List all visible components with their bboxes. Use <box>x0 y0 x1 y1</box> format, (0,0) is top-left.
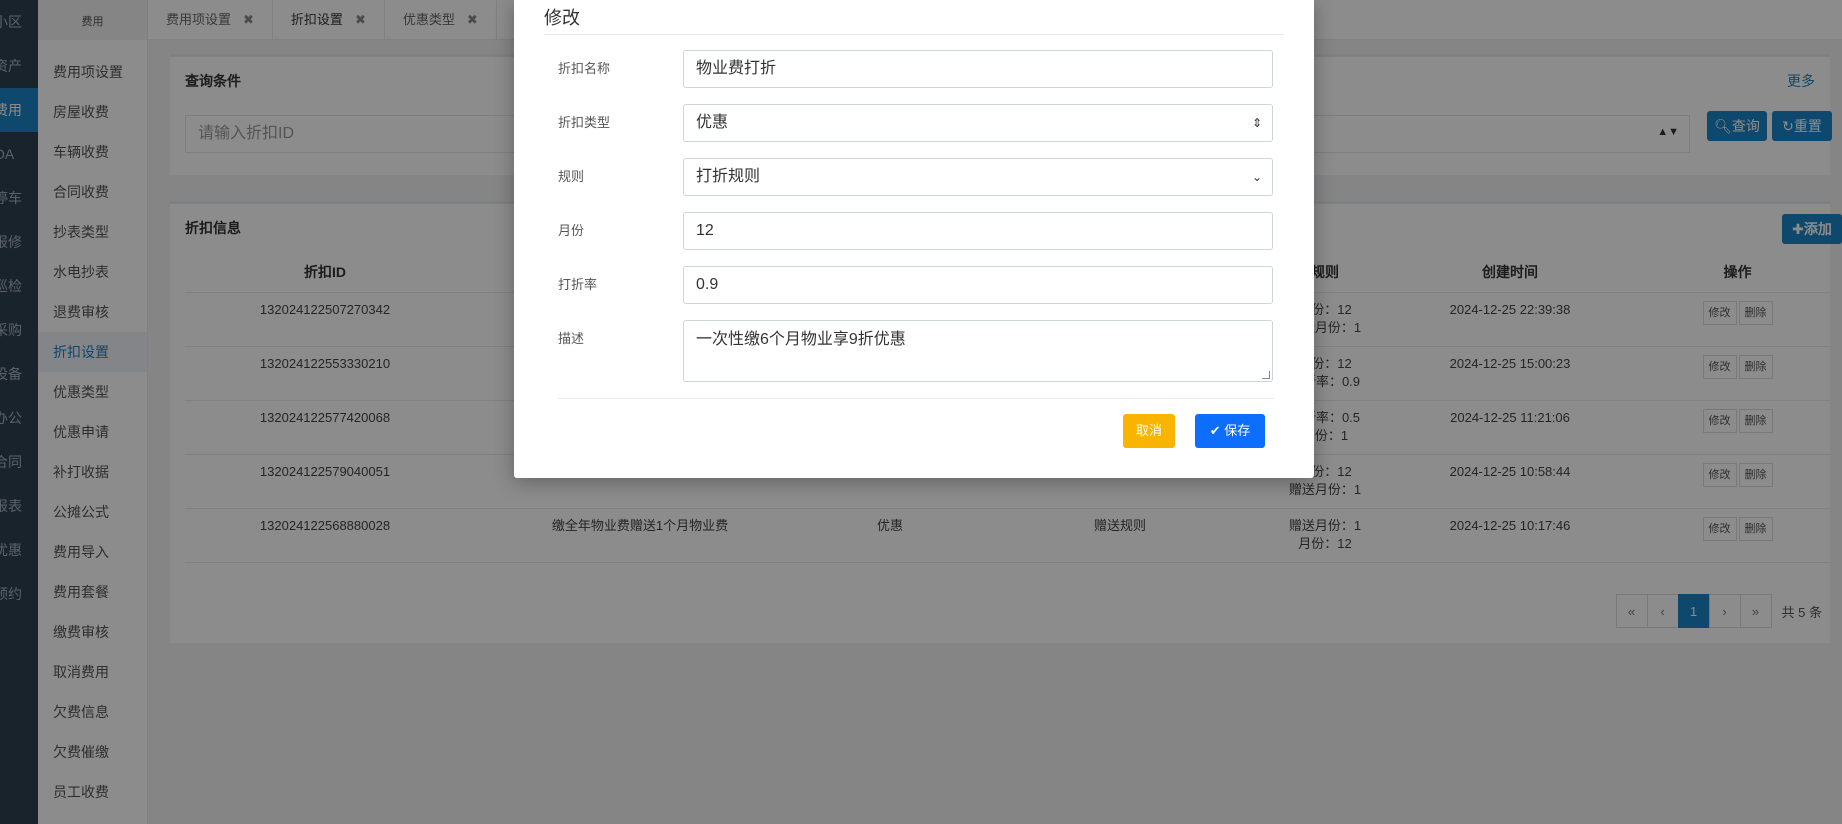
discount-type-label: 折扣类型 <box>558 115 611 130</box>
modal-title: 修改 <box>544 8 580 28</box>
rule-value: 打折规则 <box>696 168 761 185</box>
month-field[interactable]: 12 <box>683 212 1273 250</box>
description-label: 描述 <box>558 331 585 346</box>
description-value: 一次性缴6个月物业享9折优惠 <box>696 331 906 348</box>
chevron-down-icon: ⌄ <box>1251 170 1262 184</box>
check-icon: ✔ <box>1209 423 1225 438</box>
discount-type-select[interactable]: 优惠 ⇕ <box>683 104 1273 142</box>
edit-discount-modal: 修改 折扣名称 物业费打折 折扣类型 优惠 ⇕ 规则 打折规则 ⌄ 月份 12 打折… <box>514 0 1314 478</box>
description-textarea[interactable]: 一次性缴6个月物业享9折优惠 <box>683 320 1273 382</box>
discount-name-field[interactable]: 物业费打折 <box>683 50 1273 88</box>
rule-select[interactable]: 打折规则 ⌄ <box>683 158 1273 196</box>
save-button-label: 保存 <box>1224 423 1251 438</box>
discount-rate-field[interactable]: 0.9 <box>683 266 1273 304</box>
sort-caret-icon: ⇕ <box>1251 116 1262 130</box>
discount-rate-label: 打折率 <box>558 277 598 292</box>
modal-divider <box>544 34 1284 35</box>
month-label: 月份 <box>558 223 585 238</box>
resize-handle-icon[interactable] <box>1262 371 1270 379</box>
rule-label: 规则 <box>558 169 585 184</box>
modal-footer-divider <box>558 398 1274 399</box>
discount-type-value: 优惠 <box>696 114 729 131</box>
cancel-button[interactable]: 取消 <box>1123 414 1175 448</box>
discount-name-label: 折扣名称 <box>558 61 611 76</box>
save-button[interactable]: ✔ 保存 <box>1195 414 1265 448</box>
